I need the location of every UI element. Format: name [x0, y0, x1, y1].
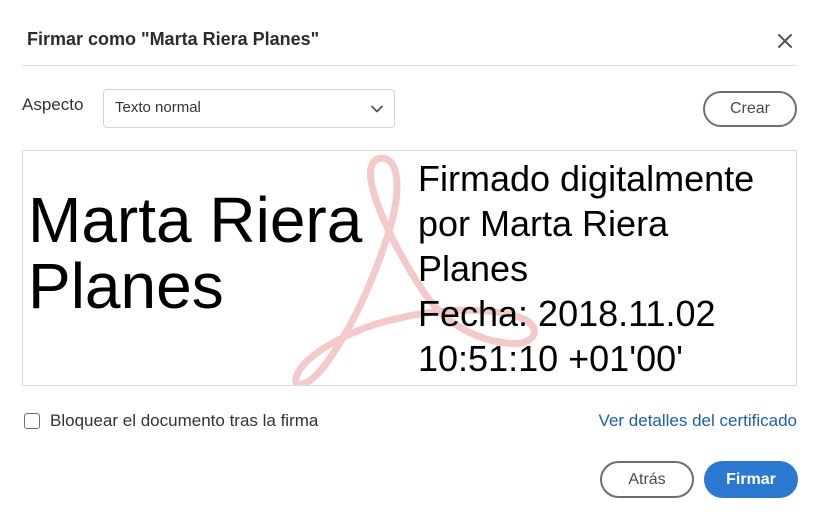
signature-detail-line: Fecha: 2018.11.02	[418, 293, 716, 334]
certificate-details-link[interactable]: Ver detalles del certificado	[599, 411, 797, 431]
lock-document-option[interactable]: Bloquear el documento tras la firma	[24, 411, 318, 431]
signature-name-line2: Planes	[28, 250, 224, 322]
appearance-select[interactable]: Texto normal	[103, 89, 395, 128]
signature-name-line1: Marta Riera	[28, 184, 363, 256]
close-icon[interactable]	[774, 30, 796, 52]
signature-detail-line: Planes	[418, 248, 529, 289]
back-button[interactable]: Atrás	[600, 461, 694, 498]
signature-preview: Marta Riera Planes Firmado digitalmente …	[22, 150, 797, 386]
header-divider	[22, 65, 797, 66]
signature-name: Marta Riera Planes	[28, 187, 418, 319]
signature-detail-line: 10:51:10 +01'00'	[418, 338, 683, 379]
dialog-title: Firmar como "Marta Riera Planes"	[27, 29, 320, 49]
sign-dialog: Firmar como "Marta Riera Planes" Aspecto…	[0, 0, 814, 521]
signature-detail-line: por Marta Riera	[418, 203, 669, 244]
lock-document-label: Bloquear el documento tras la firma	[50, 411, 319, 430]
sign-button[interactable]: Firmar	[704, 461, 798, 498]
appearance-label: Aspecto	[22, 95, 84, 114]
signature-details: Firmado digitalmente por Marta Riera Pla…	[418, 156, 796, 381]
signature-detail-line: Firmado digitalmente	[418, 158, 755, 199]
chevron-down-icon	[370, 102, 384, 121]
lock-document-checkbox[interactable]	[24, 413, 40, 429]
appearance-select-value: Texto normal	[115, 99, 201, 116]
create-button[interactable]: Crear	[703, 91, 797, 127]
